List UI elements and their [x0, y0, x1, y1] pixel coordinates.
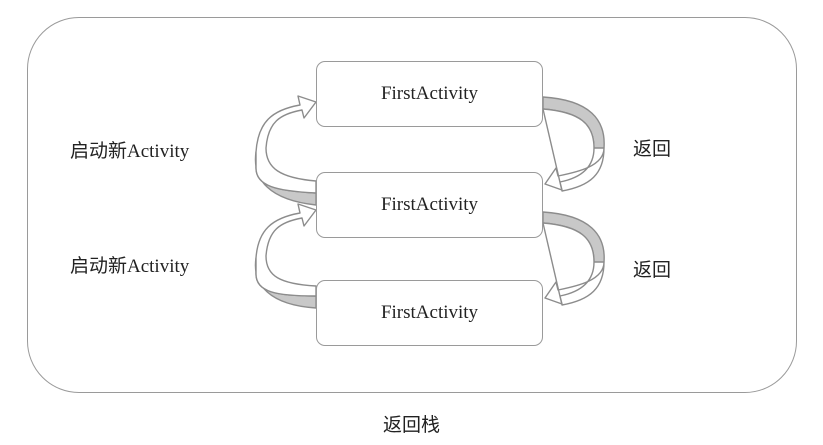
activity-label: FirstActivity — [380, 302, 479, 323]
activity-box-middle: FirstActivity — [316, 172, 543, 238]
curved-back-arrow-icon — [542, 96, 605, 192]
curved-back-arrow-icon — [542, 211, 605, 306]
activity-label: FirstActivity — [380, 83, 479, 104]
activity-label: FirstActivity — [380, 194, 479, 215]
curved-launch-arrow-icon — [254, 95, 317, 206]
activity-box-top: FirstActivity — [316, 61, 543, 127]
curved-launch-arrow-icon — [254, 203, 317, 309]
activity-box-bottom: FirstActivity — [316, 280, 543, 346]
